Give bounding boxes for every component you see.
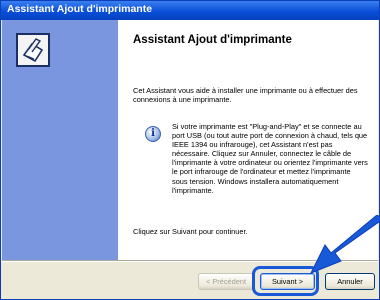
printer-wizard-icon [16,33,50,67]
wizard-window: Assistant Ajout d'imprimante Assistant A… [0,0,380,300]
window-title: Assistant Ajout d'imprimante [7,3,153,15]
previous-button[interactable]: < Précédent [198,273,254,290]
plug-and-play-note: Si votre imprimante est "Plug-and-Play" … [172,122,368,195]
wizard-side-panel [2,20,118,260]
wizard-heading: Assistant Ajout d'imprimante [133,34,292,46]
continue-instruction: Cliquez sur Suivant pour continuer. [133,227,248,236]
pointer-arrow-icon [309,215,380,274]
title-bar[interactable]: Assistant Ajout d'imprimante [1,1,379,20]
intro-text: Cet Assistant vous aide à installer une … [133,86,358,104]
info-icon: i [145,126,161,142]
